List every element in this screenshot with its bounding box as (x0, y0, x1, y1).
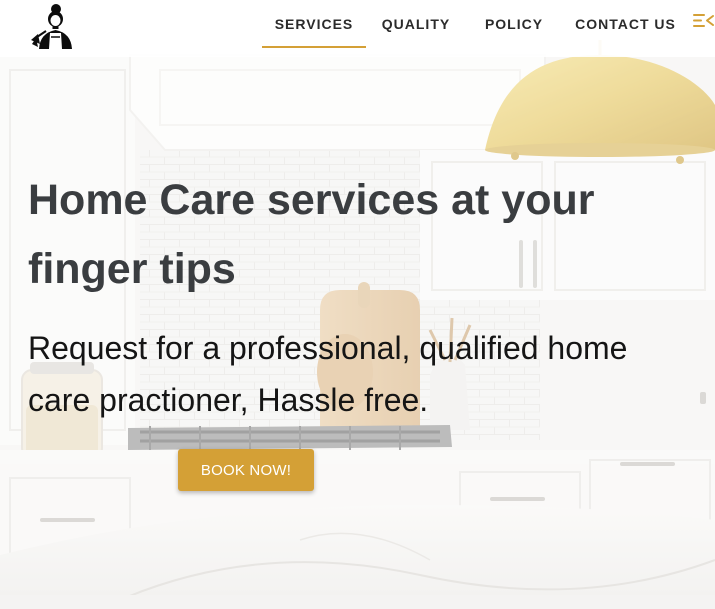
cleaning-lady-logo-icon[interactable] (26, 0, 84, 49)
main-nav: SERVICES QUALITY POLICY CONTACT US (262, 0, 688, 57)
nav-item-label: SERVICES (274, 16, 354, 32)
nav-item-policy[interactable]: POLICY (469, 0, 559, 48)
background-overlay (0, 0, 715, 609)
nav-item-services[interactable]: SERVICES (262, 0, 366, 48)
nav-item-label: QUALITY (381, 16, 451, 32)
nav-item-quality[interactable]: QUALITY (367, 0, 465, 48)
book-now-button[interactable]: BOOK NOW! (178, 449, 314, 491)
top-navbar: SERVICES QUALITY POLICY CONTACT US (0, 0, 715, 57)
nav-item-label: CONTACT US (575, 16, 676, 32)
landing-page: SERVICES QUALITY POLICY CONTACT US Home … (0, 0, 715, 609)
nav-item-contact-us[interactable]: CONTACT US (563, 0, 688, 48)
menu-toggle-icon[interactable] (691, 10, 715, 32)
nav-item-label: POLICY (484, 16, 544, 32)
hero-subtitle: Request for a professional, qualified ho… (28, 330, 628, 418)
hero-title: Home Care services at your finger tips (28, 176, 595, 293)
